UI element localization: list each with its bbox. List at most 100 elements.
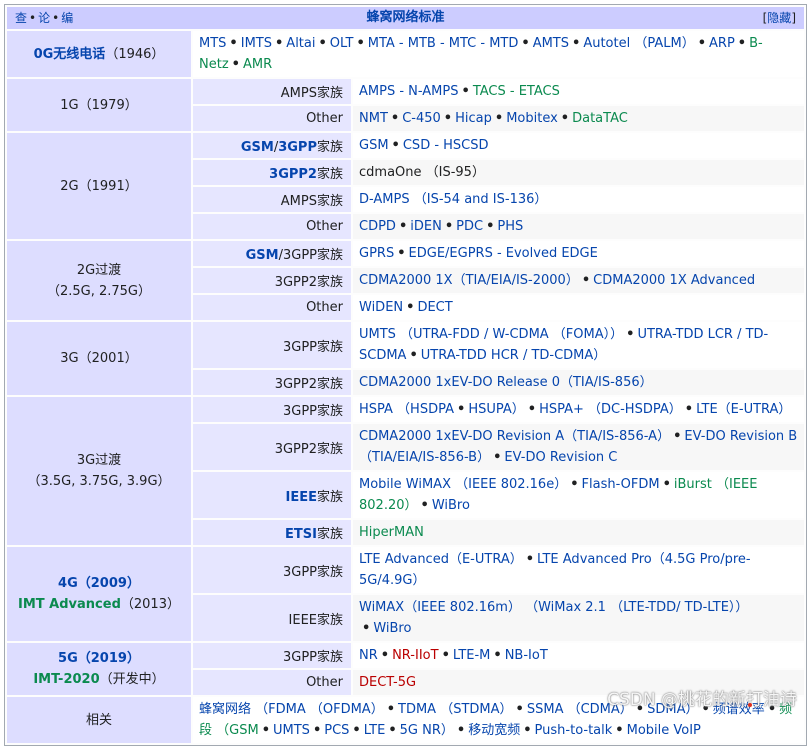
list-item-link[interactable]: PCS [324, 723, 349, 738]
hide-toggle[interactable]: [隐藏] [763, 7, 796, 29]
list-item-link[interactable]: Autotel （PALM） [583, 36, 694, 51]
list-item-link[interactable]: PHS [497, 219, 523, 234]
list-item-link[interactable]: MTS [199, 36, 226, 51]
list-item-link[interactable]: TACS - ETACS [473, 84, 560, 99]
view-discuss-edit: 查 • 论 • 编 [15, 7, 73, 29]
subgroup-label-text[interactable]: 3GPP [278, 140, 317, 155]
list-item-link[interactable]: Mobitex [506, 111, 558, 126]
list-item-link[interactable]: AMPS - N-AMPS [359, 84, 459, 99]
list-item-link[interactable]: IMTS [241, 36, 272, 51]
subgroup-label-text[interactable]: GSM [241, 140, 274, 155]
bullet-separator: • [560, 111, 570, 126]
subgroup-label-text[interactable]: 3GPP2 [269, 167, 317, 182]
vde-link-2[interactable]: 编 [61, 11, 73, 25]
list-cell: D-AMPS （IS-54 and IS-136） [353, 187, 804, 212]
list-item-link[interactable]: AMTS [533, 36, 569, 51]
subgroup-label-text[interactable]: GSM [246, 248, 279, 263]
list-item-link[interactable]: LTE [364, 723, 386, 738]
bullet-separator: • [390, 111, 400, 126]
list-item-link[interactable]: GPRS [359, 246, 394, 261]
list-item-link[interactable]: CDMA2000 1X（TIA/EIA/IS-2000） [359, 273, 579, 288]
group-label-text: （2.5G, 2.75G） [46, 283, 152, 299]
list-item-link[interactable]: CDMA2000 1X Advanced [593, 273, 755, 288]
bullet-separator: • [409, 348, 418, 363]
bullet-separator: • [441, 648, 450, 663]
separator-dot: • [29, 11, 37, 25]
list-item-link[interactable]: WiBro [373, 621, 411, 636]
list-item-link[interactable]: cdmaOne （IS-95） [359, 165, 485, 180]
list-item-link[interactable]: EV-DO Revision C [504, 450, 617, 465]
list-cell: WiDEN • DECT [353, 295, 804, 320]
list-item-link[interactable]: GSM [359, 138, 389, 153]
list-item-link[interactable]: OLT [330, 36, 354, 51]
bullet-separator: • [697, 36, 707, 51]
list-item-link[interactable]: HSPA （HSDPA [359, 402, 454, 417]
list-item-link[interactable]: UMTS [273, 723, 310, 738]
group-label-text: 2G（1991） [60, 178, 138, 194]
group-label-line: 2G过渡 [7, 260, 191, 281]
list-item-link[interactable]: CDMA2000 1xEV-DO Release 0（TIA/IS-856） [359, 375, 653, 390]
list-item-link[interactable]: D-AMPS （IS-54 and IS-136） [359, 192, 547, 207]
list-item-link[interactable]: HiperMAN [359, 525, 424, 540]
group-label-line: 4G（2009） [7, 573, 191, 594]
list-item-link[interactable]: DECT [417, 300, 452, 315]
group-label: 4G（2009） IMT Advanced（2013） [7, 547, 191, 641]
list-item-link[interactable]: WiMAX（IEEE 802.16m） （WiMax 2.1 （LTE-TDD/… [359, 600, 748, 615]
subgroup-label-text[interactable]: IEEE [286, 490, 317, 505]
hide-link[interactable]: 隐藏 [767, 11, 791, 25]
subgroup-label-text[interactable]: ETSI [285, 527, 317, 542]
list-item-link[interactable]: NR-IIoT [392, 648, 438, 663]
list-item-link[interactable]: LTE（E-UTRA） [696, 402, 791, 417]
list-item-link[interactable]: iDEN [410, 219, 442, 234]
group-label-text[interactable]: IMT Advanced [18, 597, 121, 612]
list-item-link[interactable]: AMR [243, 57, 272, 72]
list-item-link[interactable]: Mobile VoIP [627, 723, 701, 738]
bullet-separator: • [362, 621, 371, 636]
list-item-link[interactable]: Mobile WiMAX （IEEE 802.16e） [359, 477, 567, 492]
list-item-link[interactable]: HSUPA） [468, 402, 524, 417]
list-item-link[interactable]: UMTS （UTRA-FDD / W-CDMA （FOMA）） [359, 327, 623, 342]
list-item-link[interactable]: NR [359, 648, 378, 663]
group-label-line: IMT-2020（开发中） [7, 669, 191, 690]
list-item-link[interactable]: Hicap [455, 111, 492, 126]
bullet-separator: • [398, 219, 408, 234]
list-item-link[interactable]: CDMA2000 1xEV-DO Revision A（TIA/IS-856-A… [359, 429, 670, 444]
group-label-text[interactable]: 0G无线电话 [34, 47, 106, 62]
list-item-link[interactable]: LTE-M [453, 648, 491, 663]
list-item-link[interactable]: ARP [709, 36, 735, 51]
bullet-separator: • [261, 723, 270, 738]
list-item-link[interactable]: LTE Advanced（E-UTRA） [359, 552, 523, 567]
group-label: 3G过渡 （3.5G, 3.75G, 3.9G） [7, 397, 191, 545]
bullet-separator: • [274, 36, 284, 51]
list-item-link[interactable]: WiBro [432, 498, 470, 513]
vde-link-0[interactable]: 查 [15, 11, 27, 25]
list-item-link[interactable]: EDGE/EGPRS - Evolved EDGE [409, 246, 598, 261]
list-item-link[interactable]: Altai [286, 36, 315, 51]
list-item-link[interactable]: Flash-OFDM [582, 477, 660, 492]
list-item-link[interactable]: DataTAC [572, 111, 628, 126]
list-item-link[interactable]: DECT-5G [359, 675, 416, 690]
list-item-link[interactable]: UTRA-TDD HCR / TD-CDMA） [421, 348, 607, 363]
vde-link-1[interactable]: 论 [38, 11, 50, 25]
list-item-link[interactable]: TDMA （STDMA） [398, 702, 513, 717]
list-item-link[interactable]: 移动宽频 [468, 723, 520, 738]
list-item-link[interactable]: CSD - HSCSD [403, 138, 489, 153]
list-item-link[interactable]: NB-IoT [505, 648, 548, 663]
list-item-link[interactable]: HSPA+ （DC-HSDPA） [539, 402, 682, 417]
list-item-link[interactable]: PDC [456, 219, 483, 234]
subgroup-label: 3GPP2家族 [193, 268, 351, 293]
group-label-text[interactable]: 5G（2019） [58, 651, 140, 666]
list-item-link[interactable]: MTA - MTB - MTC - MTD [368, 36, 519, 51]
list-cell: NR • NR-IIoT • LTE-M • NB-IoT [353, 643, 804, 668]
group-label-text[interactable]: 4G（2009） [58, 576, 140, 591]
list-item-link[interactable]: C-450 [402, 111, 441, 126]
list-item-link[interactable]: WiDEN [359, 300, 403, 315]
subgroup-label-text: 家族 [316, 140, 343, 155]
list-item-link[interactable]: Push-to-talk [535, 723, 613, 738]
list-item-link[interactable]: 5G NR） [400, 723, 454, 738]
list-item-link[interactable]: 蜂窝网络 （FDMA （OFDMA） [199, 702, 384, 717]
list-item-link[interactable]: CDPD [359, 219, 396, 234]
group-label-text[interactable]: IMT-2020 [33, 672, 99, 687]
navbox-title[interactable]: 蜂窝网络标准 [366, 10, 444, 25]
list-item-link[interactable]: NMT [359, 111, 388, 126]
